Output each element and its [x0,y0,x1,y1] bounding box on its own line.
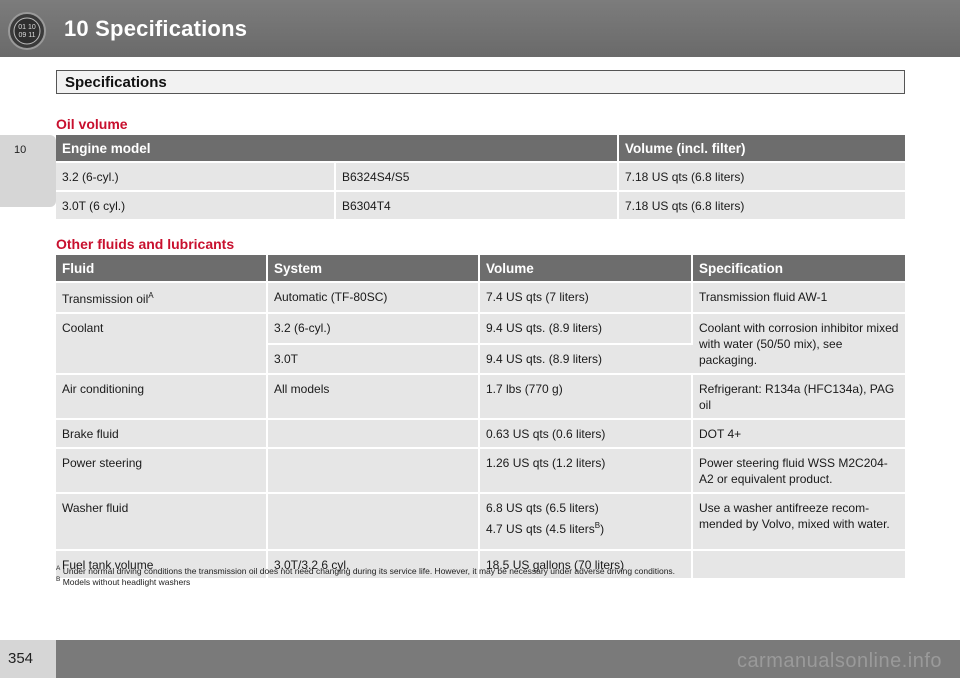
system-cell: All models [268,373,480,418]
table-header-row: Engine model Volume (incl. filter) [56,135,905,161]
table-header-row: Fluid System Volume Specification [56,255,905,281]
table-row: 3.2 (6-cyl.) B6324S4/S5 7.18 US qts (6.8… [56,161,905,190]
engine-cell: 3.0T (6 cyl.) [56,190,336,219]
system-cell: Automatic (TF-80SC) [268,281,480,312]
footnote-a: A Under normal driving conditions the tr… [56,565,676,576]
fluid-cell: Power steering [56,447,268,492]
table-row: Transmission oilA Automatic (TF-80SC) 7.… [56,281,905,312]
volume-cell: 7.4 US qts (7 liters) [480,281,693,312]
volume-line: 6.8 US qts (6.5 liters) [486,501,599,515]
volume-cell: 7.18 US qts (6.8 liters) [619,161,905,190]
fluid-cell: Air conditioning [56,373,268,418]
spec-cell: Coolant with corrosion inhibitor mixed w… [693,312,905,373]
footnotes: A Under normal driving conditions the tr… [56,565,676,588]
spec-cell: Use a washer antifreeze recom-mended by … [693,492,905,549]
column-header: Specification [693,255,905,281]
system-cell: 3.2 (6-cyl.) [268,312,480,343]
volume-cell: 7.18 US qts (6.8 liters) [619,190,905,219]
chapter-tab-number: 10 [14,144,27,156]
column-header: System [268,255,480,281]
watermark-text: carmanualsonline.info [736,650,942,672]
engine-code-cell: B6304T4 [336,190,619,219]
table-row: 3.0T (6 cyl.) B6304T4 7.18 US qts (6.8 l… [56,190,905,219]
fluid-cell: Transmission oilA [56,281,268,312]
volume-cell: 0.63 US qts (0.6 liters) [480,418,693,447]
volume-cell: 1.7 lbs (770 g) [480,373,693,418]
spec-cell: Refrigerant: R134a (HFC134a), PAG oil [693,373,905,418]
column-header: Engine model [56,135,619,161]
table-row: Air conditioning All models 1.7 lbs (770… [56,373,905,418]
system-cell [268,492,480,549]
engine-cell: 3.2 (6-cyl.) [56,161,336,190]
fluid-cell: Brake fluid [56,418,268,447]
volume-cell: 9.4 US qts. (8.9 liters) [480,312,693,343]
spec-cell [693,549,905,578]
spec-cell: Transmission fluid AW-1 [693,281,905,312]
footnote-b: B Models without headlight washers [56,576,191,587]
volume-cell: 6.8 US qts (6.5 liters) 4.7 US qts (4.5 … [480,492,693,549]
fluid-cell: Coolant [56,312,268,373]
oil-volume-table: Engine model Volume (incl. filter) 3.2 (… [56,135,905,219]
spec-cell: DOT 4+ [693,418,905,447]
table-row: Washer fluid 6.8 US qts (6.5 liters) 4.7… [56,492,905,549]
fluids-table: Fluid System Volume Specification Transm… [56,255,905,578]
page-number: 354 [8,650,34,667]
column-header: Volume (incl. filter) [619,135,905,161]
section-title-bar: Specifications [56,70,905,94]
table-row: Power steering 1.26 US qts (1.2 liters) … [56,447,905,492]
svg-text:09 11: 09 11 [19,32,36,39]
oil-volume-heading: Oil volume [56,116,128,132]
table-row: Coolant 3.2 (6-cyl.) 9.4 US qts. (8.9 li… [56,312,905,373]
column-header: Volume [480,255,693,281]
chapter-title: 10 Specifications [64,16,248,41]
volume-cell: 9.4 US qts. (8.9 liters) [480,342,693,373]
table-row: Brake fluid 0.63 US qts (0.6 liters) DOT… [56,418,905,447]
spec-cell: Power steering fluid WSS M2C204-A2 or eq… [693,447,905,492]
fluid-cell: Washer fluid [56,492,268,549]
engine-code-cell: B6324S4/S5 [336,161,619,190]
column-header: Fluid [56,255,268,281]
system-cell [268,447,480,492]
chapter-badge-icon: 01 10 09 11 [8,12,46,50]
volume-line: 4.7 US qts (4.5 litersB) [486,521,605,537]
section-title: Specifications [65,74,167,91]
chapter-tab[interactable] [0,135,56,207]
volume-cell: 1.26 US qts (1.2 liters) [480,447,693,492]
system-cell: 3.0T [268,342,480,373]
svg-text:01 10: 01 10 [18,24,36,31]
system-cell [268,418,480,447]
other-fluids-heading: Other fluids and lubricants [56,236,235,252]
